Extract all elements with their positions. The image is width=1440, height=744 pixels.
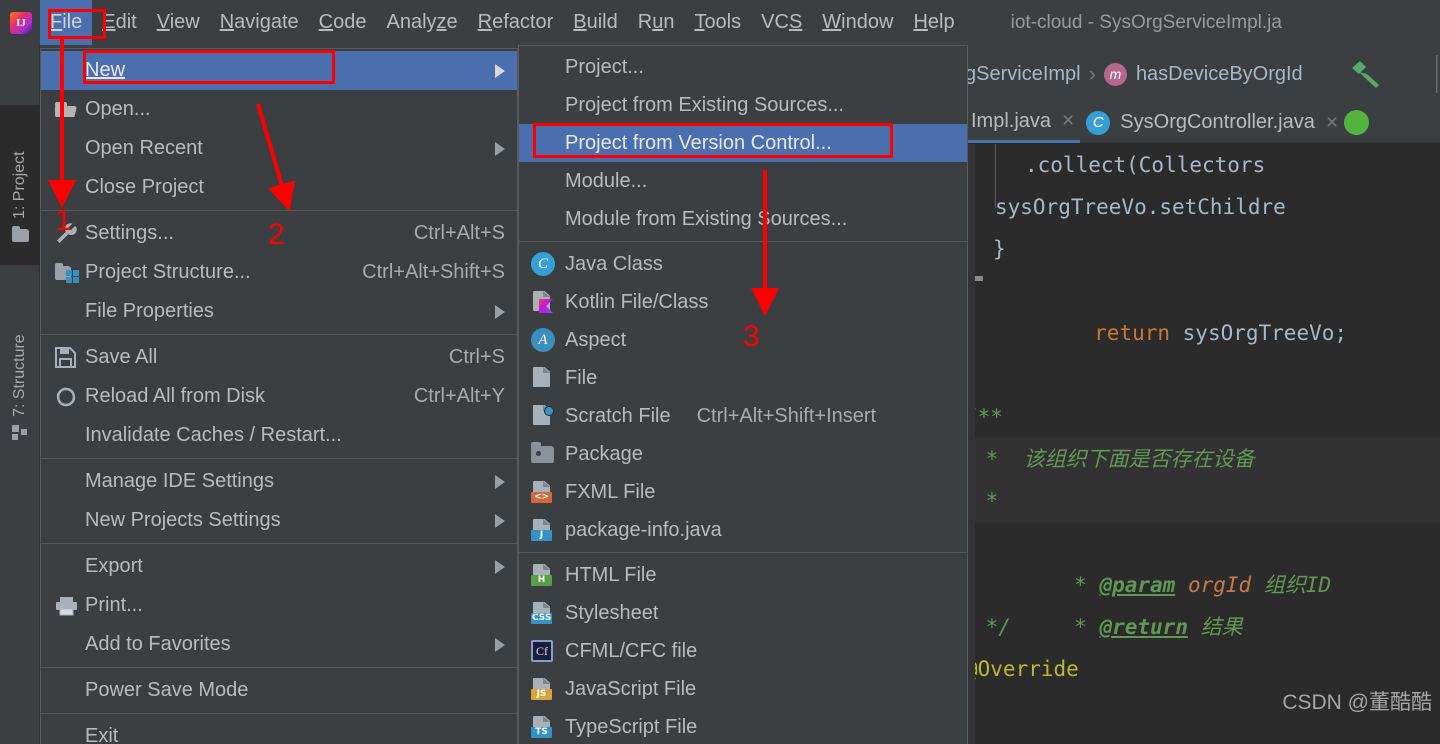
ide-window: n-cor admin.web 1: Project 7: Structure …: [0, 0, 1440, 744]
annotation-arrows: [48, 36, 779, 316]
